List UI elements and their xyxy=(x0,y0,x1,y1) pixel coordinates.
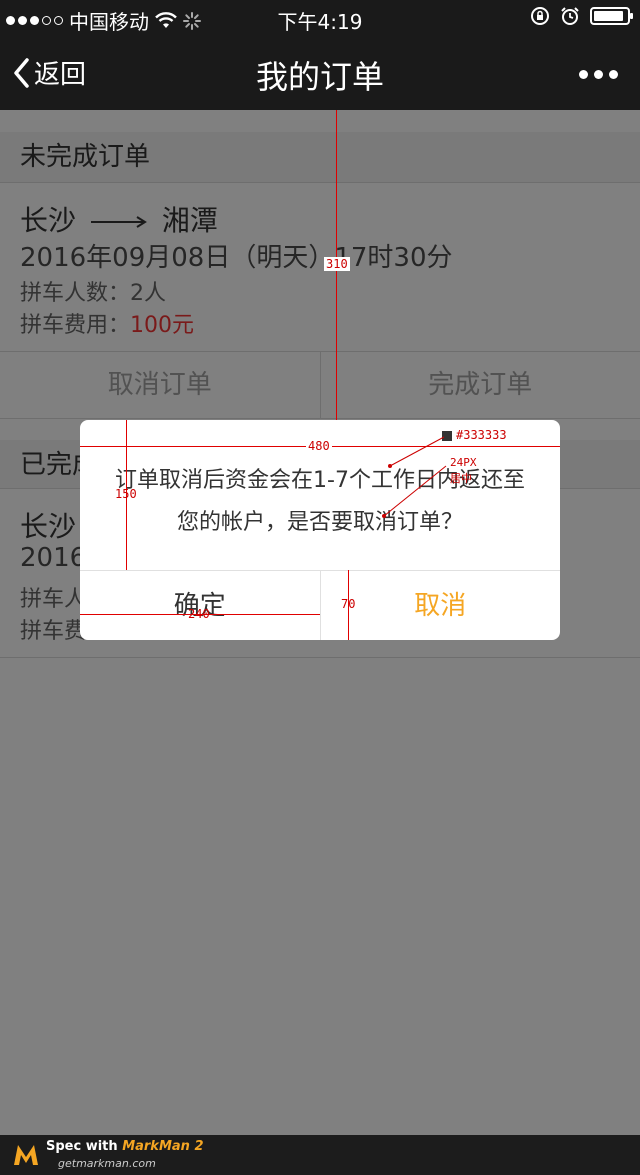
passenger-count-label: 拼车人数： xyxy=(20,281,131,306)
fare-label: 拼车费 xyxy=(20,619,87,644)
page-title: 我的订单 xyxy=(255,58,384,96)
spec-label-310: 310 xyxy=(324,257,350,271)
passenger-count-label: 拼车人 xyxy=(20,587,87,612)
footer-url[interactable]: getmarkman.com xyxy=(58,1157,156,1170)
dialog-message-line2: 您的帐户，是否要取消订单？ xyxy=(176,510,463,535)
spec-label-font-size: 24PX xyxy=(450,456,477,469)
complete-order-button[interactable]: 完成订单 xyxy=(321,352,640,418)
spec-label-color: #333333 xyxy=(456,428,507,442)
arrow-right-icon xyxy=(90,216,147,228)
spec-label-150: 150 xyxy=(115,487,137,501)
spec-label-align: 居中 xyxy=(450,472,472,485)
markman-footer: Spec with MarkMan 2 getmarkman.com xyxy=(0,1135,640,1175)
dialog-cancel-button[interactable]: 取消 xyxy=(321,571,561,640)
departure-datetime: 2016年09月08日（明天）17时30分 xyxy=(20,243,453,273)
passenger-count-value: 2人 xyxy=(130,281,167,306)
more-menu-button[interactable] xyxy=(579,70,618,79)
route-from: 长沙 xyxy=(20,510,77,543)
more-dot-icon xyxy=(609,70,618,79)
battery-level xyxy=(594,11,623,21)
spec-label-240: 240 xyxy=(188,607,210,621)
status-right xyxy=(530,6,633,26)
fare-label: 拼车费用： xyxy=(20,313,131,338)
spec-label-480: 480 xyxy=(306,439,332,453)
order-card-pending[interactable]: 长沙 湘潭 2016年09月08日（明天）17时30分 拼车人数：2人 拼车费用… xyxy=(0,182,640,352)
status-bar: 中国移动 下午4:19 xyxy=(0,0,640,40)
cancel-confirm-dialog: 订单取消后资金会在1-7个工作日内返还至 您的帐户，是否要取消订单？ 确定 取消 xyxy=(80,420,560,640)
route-from: 长沙 xyxy=(20,204,77,237)
section-header-pending: 未完成订单 xyxy=(0,132,640,182)
fare-value: 100元 xyxy=(130,313,195,338)
dialog-message-line1: 订单取消后资金会在1-7个工作日内返还至 xyxy=(115,468,525,493)
spec-pointer-lines xyxy=(382,436,447,518)
departure-datetime: 2016 xyxy=(20,543,87,573)
footer-brand: MarkMan 2 xyxy=(122,1139,204,1154)
markman-logo-icon xyxy=(14,1145,38,1165)
rotation-lock-icon xyxy=(531,7,549,25)
route-to: 湘潭 xyxy=(161,204,218,237)
cancel-order-button[interactable]: 取消订单 xyxy=(0,352,321,418)
more-dot-icon xyxy=(579,70,588,79)
route: 长沙 湘潭 xyxy=(20,199,218,239)
passenger-count: 拼车人数：2人 xyxy=(20,275,166,307)
confirm-button[interactable]: 确定 xyxy=(80,571,321,640)
more-dot-icon xyxy=(594,70,603,79)
battery-icon xyxy=(590,7,633,25)
order-actions: 取消订单 完成订单 xyxy=(0,351,640,419)
alarm-icon xyxy=(561,7,579,25)
footer-title: Spec with MarkMan 2 xyxy=(46,1139,204,1154)
nav-bar: 返回 我的订单 xyxy=(0,40,640,110)
spec-label-70: 70 xyxy=(341,597,356,611)
dialog-buttons: 确定 取消 xyxy=(80,570,560,640)
footer-spec-text: Spec with xyxy=(46,1139,123,1154)
fare: 拼车费用：100元 xyxy=(20,307,194,339)
